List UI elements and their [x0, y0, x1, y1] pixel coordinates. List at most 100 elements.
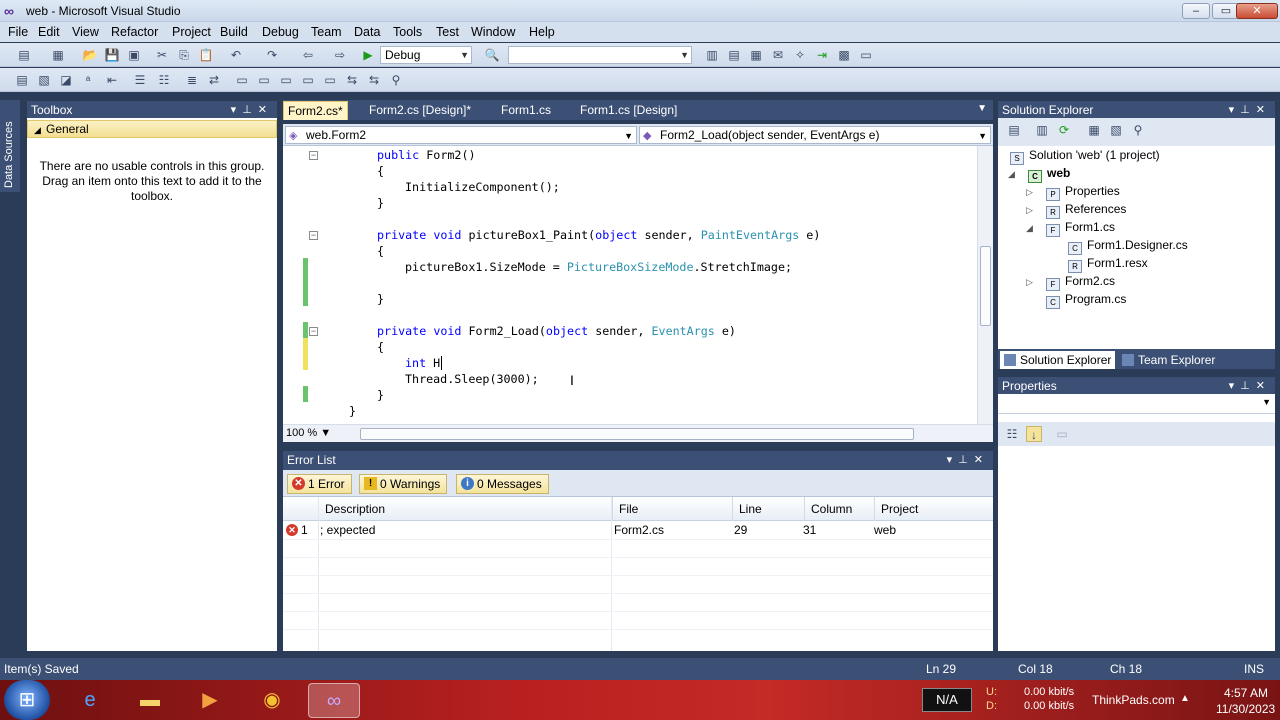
menu-team[interactable]: Team	[311, 25, 342, 39]
clock-time[interactable]: 4:57 AM	[1224, 686, 1268, 700]
next-bookmark-in-document-icon[interactable]: ⇆	[366, 72, 382, 88]
copy-icon[interactable]: ⎘	[176, 47, 192, 63]
add-item-icon[interactable]: ▦	[50, 47, 66, 63]
messages-filter-button[interactable]: i 0 Messages	[456, 474, 549, 494]
menu-view[interactable]: View	[72, 25, 99, 39]
categorized-icon[interactable]: ☷	[1004, 426, 1020, 442]
errors-filter-button[interactable]: ✕ 1 Error	[287, 474, 352, 494]
solution-explorer-icon[interactable]: ▥	[704, 47, 720, 63]
panel-buttons[interactable]: ▾⊥✕	[231, 101, 273, 119]
panel-buttons[interactable]: ▾⊥✕	[947, 451, 989, 470]
menu-refactor[interactable]: Refactor	[111, 25, 158, 39]
column-line[interactable]: Line	[732, 497, 804, 521]
paste-icon[interactable]: 📋	[198, 47, 214, 63]
previous-bookmark-icon[interactable]: ▭	[256, 72, 272, 88]
new-project-icon[interactable]: ▤	[16, 47, 32, 63]
column-column[interactable]: Column	[804, 497, 874, 521]
code-editor[interactable]: − − − public Form2() { InitializeCompone…	[283, 146, 977, 424]
properties-icon[interactable]: ▤	[1006, 122, 1022, 138]
quick-info-icon[interactable]: ◪	[58, 72, 74, 88]
horizontal-scroll-thumb[interactable]	[360, 428, 914, 440]
start-debugging-icon[interactable]: ▶	[360, 47, 376, 63]
toggle-bookmark-icon[interactable]: ⇄	[206, 72, 222, 88]
expand-icon[interactable]: ▷	[1026, 277, 1033, 288]
start-button[interactable]: ⊞	[4, 680, 50, 720]
tools-icon[interactable]: ✧	[792, 47, 808, 63]
object-select[interactable]: ▼	[998, 394, 1275, 414]
show-hidden-icons[interactable]: ▲	[1180, 693, 1190, 704]
bookmark-icon[interactable]: ▭	[234, 72, 250, 88]
comment-lines-icon[interactable]: ☷	[156, 72, 172, 88]
expand-icon[interactable]: ▷	[1026, 205, 1033, 216]
next-bookmark-icon[interactable]: ▭	[278, 72, 294, 88]
tree-item-form2-cs[interactable]: F Form2.cs	[1046, 272, 1115, 291]
alphabetical-icon[interactable]: ↓	[1026, 426, 1042, 442]
extension-manager-icon[interactable]: ▩	[836, 47, 852, 63]
previous-bookmark-in-folder-icon[interactable]: ▭	[300, 72, 316, 88]
tree-item-references[interactable]: R References	[1046, 200, 1126, 219]
tree-item-project[interactable]: Cweb	[1028, 164, 1070, 183]
property-pages-icon[interactable]: ▭	[1054, 426, 1070, 442]
error-row[interactable]: ✕ 1 ; expected Form2.cs 29 31 web	[283, 521, 993, 539]
menu-debug[interactable]: Debug	[262, 25, 299, 39]
menu-edit[interactable]: Edit	[38, 25, 60, 39]
tab-form1-cs[interactable]: Form1.cs	[497, 101, 555, 120]
column-project[interactable]: Project	[874, 497, 993, 521]
network-meter[interactable]: N/A	[922, 688, 972, 712]
warnings-filter-button[interactable]: ! 0 Warnings	[359, 474, 448, 494]
increase-indent-icon[interactable]: ☰	[132, 72, 148, 88]
column-number[interactable]	[283, 497, 317, 521]
expand-icon[interactable]: ▷	[1026, 187, 1033, 198]
visual-studio-taskbar-icon[interactable]: ∞	[308, 683, 360, 718]
open-file-icon[interactable]: 📂	[82, 47, 98, 63]
start-page-icon[interactable]: ⇥	[814, 47, 830, 63]
tab-form2-cs[interactable]: Form2.cs*	[283, 101, 348, 120]
refresh-icon[interactable]: ⟳	[1056, 122, 1072, 138]
media-player-icon[interactable]: ▶	[184, 683, 236, 718]
parameter-info-icon[interactable]: ▧	[36, 72, 52, 88]
menu-data[interactable]: Data	[354, 25, 380, 39]
column-description[interactable]: Description	[318, 497, 612, 521]
find-combo[interactable]: ▼	[508, 46, 692, 64]
tab-overflow-icon[interactable]: ▼	[977, 103, 987, 114]
tab-form2-design[interactable]: Form2.cs [Design]*	[365, 101, 475, 120]
navigate-backward-icon[interactable]: ⇦	[300, 47, 316, 63]
view-designer-icon[interactable]: ▧	[1108, 122, 1124, 138]
menu-test[interactable]: Test	[436, 25, 459, 39]
complete-word-icon[interactable]: ᵃ	[80, 72, 96, 88]
tree-item-program-cs[interactable]: C Program.cs	[1046, 290, 1126, 309]
navigate-forward-icon[interactable]: ⇨	[332, 47, 348, 63]
collapse-icon[interactable]: ◢	[1008, 169, 1015, 180]
file-explorer-icon[interactable]: ▬	[124, 683, 176, 718]
tree-item-form1-resx[interactable]: R Form1.resx	[1068, 254, 1148, 273]
save-icon[interactable]: 💾	[104, 47, 120, 63]
menu-file[interactable]: File	[8, 25, 28, 39]
view-class-diagram-icon[interactable]: ⚲	[1130, 122, 1146, 138]
toolbox-group-general[interactable]: ◢ General	[27, 120, 277, 138]
close-button[interactable]: ✕	[1236, 3, 1278, 19]
tab-solution-explorer[interactable]: Solution Explorer	[1000, 351, 1116, 369]
tree-item-form1-cs[interactable]: F Form1.cs	[1046, 218, 1115, 237]
internet-explorer-icon[interactable]: e	[64, 683, 116, 718]
menu-tools[interactable]: Tools	[393, 25, 422, 39]
clock-date[interactable]: 11/30/2023	[1216, 702, 1275, 716]
member-dropdown[interactable]: ◆ Form2_Load(object sender, EventArgs e)…	[639, 126, 991, 144]
zoom-select[interactable]: 100 % ▼	[286, 426, 346, 442]
object-browser-icon[interactable]: ▦	[748, 47, 764, 63]
collapse-region-icon[interactable]: −	[309, 151, 318, 160]
collapse-icon[interactable]: ◢	[1026, 223, 1033, 234]
show-all-files-icon[interactable]: ▥	[1034, 122, 1050, 138]
menu-window[interactable]: Window	[471, 25, 515, 39]
properties-window-icon[interactable]: ▤	[726, 47, 742, 63]
redo-icon[interactable]: ↷	[264, 47, 280, 63]
menu-help[interactable]: Help	[529, 25, 555, 39]
display-object-member-list-icon[interactable]: ▤	[14, 72, 30, 88]
data-sources-side-tab[interactable]: Data Sources	[0, 100, 20, 192]
cut-icon[interactable]: ✂	[154, 47, 170, 63]
tree-item-form1-designer[interactable]: C Form1.Designer.cs	[1068, 236, 1188, 255]
panel-buttons[interactable]: ▾⊥✕	[1229, 377, 1271, 395]
panel-buttons[interactable]: ▾⊥✕	[1229, 101, 1271, 119]
uncomment-lines-icon[interactable]: ≣	[184, 72, 200, 88]
class-dropdown[interactable]: ◈ web.Form2 ▼	[285, 126, 637, 144]
solution-configuration-select[interactable]: Debug ▼	[380, 46, 472, 64]
